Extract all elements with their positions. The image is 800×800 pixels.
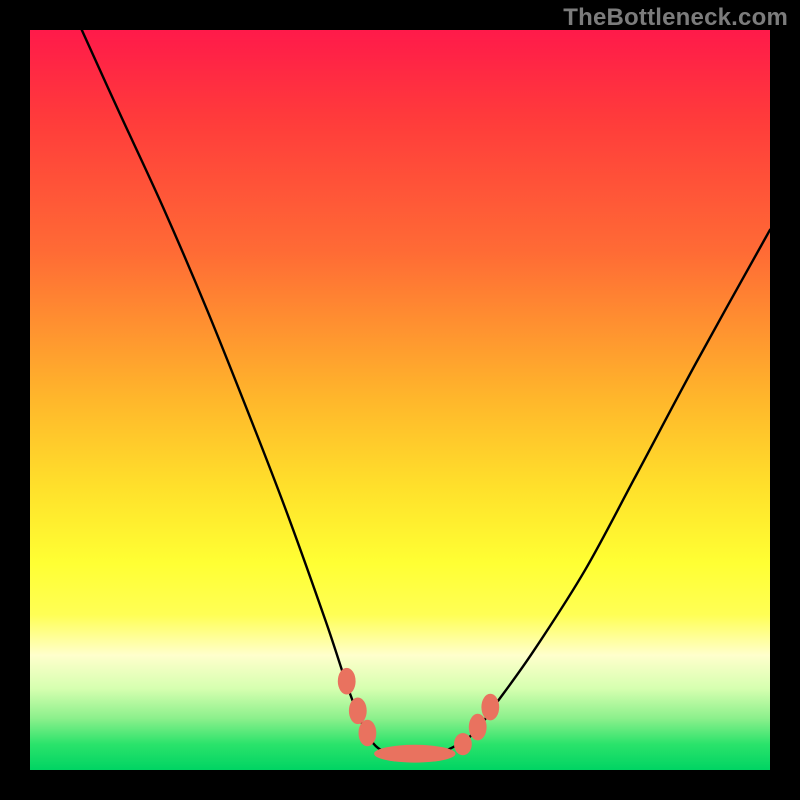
marker-group (338, 668, 499, 763)
chart-svg (30, 30, 770, 770)
right-dot-1 (454, 733, 472, 755)
chart-plot-area (30, 30, 770, 770)
right-dot-3 (481, 694, 499, 721)
left-dot-3 (359, 720, 377, 747)
right-dot-2 (469, 714, 487, 741)
bottleneck-curve (82, 30, 770, 756)
watermark-text: TheBottleneck.com (563, 4, 788, 32)
left-dot-2 (349, 698, 367, 725)
chart-frame: TheBottleneck.com (0, 0, 800, 800)
left-dot-1 (338, 668, 356, 695)
base-pill (374, 745, 455, 763)
